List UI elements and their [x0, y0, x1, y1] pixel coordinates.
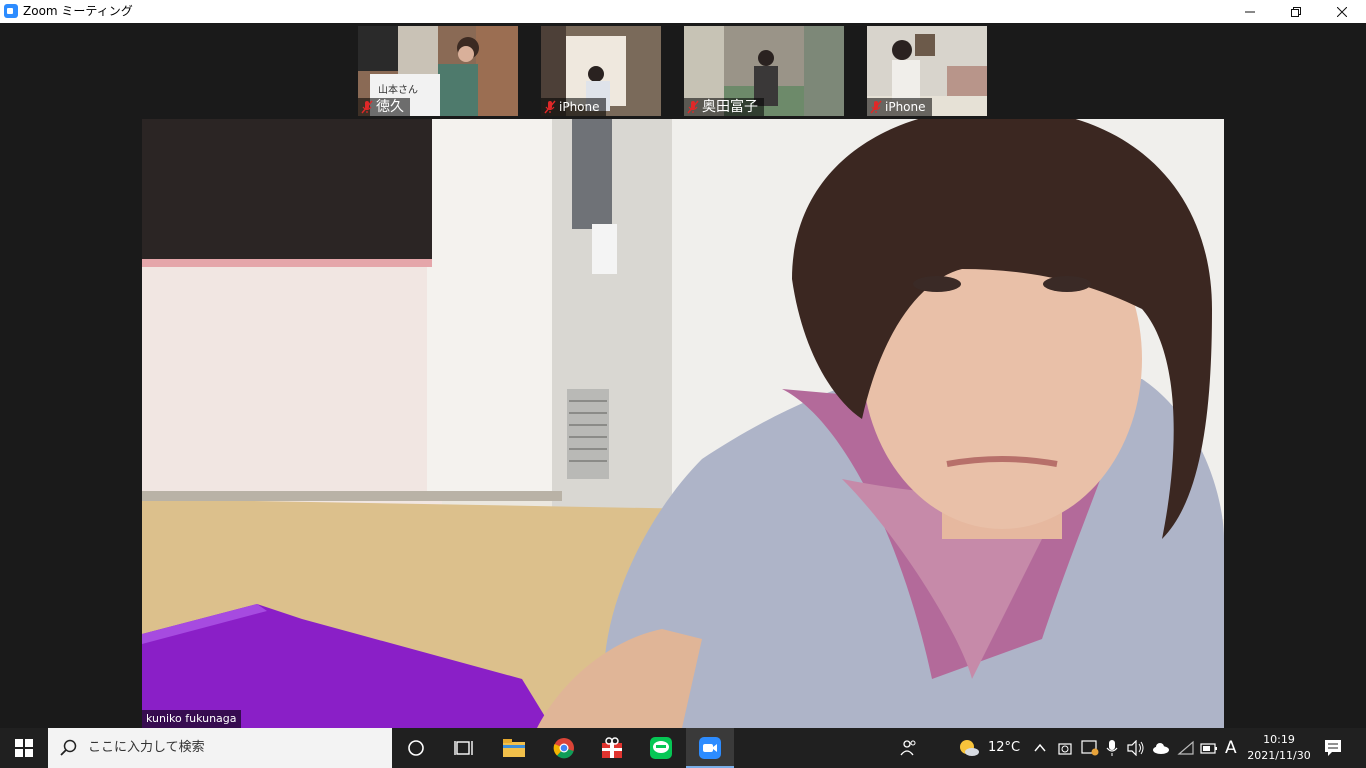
- start-button[interactable]: [0, 728, 48, 768]
- minimize-button[interactable]: [1227, 0, 1273, 23]
- battery-icon[interactable]: [1200, 741, 1218, 755]
- line-icon: [650, 737, 672, 759]
- task-view-icon: [454, 741, 473, 755]
- participant-name: 徳久: [376, 99, 404, 115]
- onedrive-cloud-icon[interactable]: [1152, 742, 1170, 754]
- file-explorer-button[interactable]: [490, 728, 538, 768]
- participant-namebar: iPhone: [867, 98, 932, 116]
- zoom-app-icon: [4, 4, 18, 18]
- clock-date: 2021/11/30: [1247, 749, 1311, 762]
- microphone-icon[interactable]: [1106, 739, 1118, 757]
- minimize-icon: [1245, 11, 1255, 13]
- weather-temperature[interactable]: 12°C: [988, 740, 1020, 755]
- zoom-app-button[interactable]: [686, 728, 734, 768]
- weather-icon[interactable]: [958, 738, 980, 758]
- participant-name: iPhone: [885, 100, 926, 114]
- participant-video-tile[interactable]: 山本さん 徳久: [358, 26, 518, 116]
- participant-namebar: 徳久: [358, 98, 410, 116]
- participant-namebar: 奥田富子: [684, 98, 764, 116]
- participant-name: 奥田富子: [702, 99, 758, 115]
- chrome-icon: [553, 738, 574, 759]
- action-center-icon[interactable]: [1324, 739, 1342, 757]
- file-explorer-icon: [503, 739, 525, 757]
- app-notification-icon[interactable]: [1081, 740, 1099, 756]
- muted-mic-icon: [361, 100, 373, 114]
- restore-button[interactable]: [1273, 0, 1319, 23]
- wifi-icon[interactable]: [1177, 740, 1195, 756]
- muted-mic-icon: [687, 100, 699, 114]
- cortana-icon: [408, 740, 424, 756]
- camera-icon[interactable]: [1058, 740, 1072, 756]
- search-icon: [60, 739, 77, 756]
- clock-time: 10:19: [1263, 733, 1295, 746]
- muted-mic-icon: [870, 100, 882, 114]
- muted-mic-icon: [544, 100, 556, 114]
- taskbar-search-box[interactable]: ここに入力して検索: [48, 728, 392, 768]
- speaker-volume-icon[interactable]: [1127, 740, 1145, 756]
- held-sign-text: 山本さん: [378, 85, 418, 96]
- cortana-button[interactable]: [392, 728, 440, 768]
- window-title: Zoom ミーティング: [23, 4, 133, 18]
- search-placeholder: ここに入力して検索: [88, 740, 205, 755]
- line-app-button[interactable]: [637, 728, 685, 768]
- windows-taskbar: ここに入力して検索 12°C A 10:19 2021/11/30: [0, 728, 1366, 768]
- speaker-video-frame: [142, 119, 1224, 728]
- taskbar-clock[interactable]: 10:19 2021/11/30: [1244, 732, 1314, 764]
- chrome-button[interactable]: [540, 728, 588, 768]
- participant-name: iPhone: [559, 100, 600, 114]
- close-icon: [1336, 6, 1348, 18]
- gift-app-button[interactable]: [588, 728, 636, 768]
- people-icon[interactable]: [900, 739, 918, 757]
- participant-video-tile[interactable]: 奥田富子: [684, 26, 844, 116]
- speaker-name-label: kuniko fukunaga: [142, 710, 241, 728]
- gift-icon: [602, 737, 622, 758]
- participant-video-tile[interactable]: iPhone: [541, 26, 661, 116]
- zoom-icon: [699, 737, 721, 759]
- title-bar: Zoom ミーティング: [0, 0, 1366, 23]
- chevron-up-icon[interactable]: [1034, 743, 1046, 753]
- active-speaker-video[interactable]: kuniko fukunaga: [142, 119, 1224, 728]
- participant-video-tile[interactable]: iPhone: [867, 26, 987, 116]
- close-button[interactable]: [1319, 0, 1365, 23]
- task-view-button[interactable]: [440, 728, 488, 768]
- ime-mode-indicator[interactable]: A: [1225, 738, 1237, 758]
- participant-namebar: iPhone: [541, 98, 606, 116]
- restore-icon: [1291, 7, 1301, 17]
- windows-logo-icon: [15, 739, 33, 757]
